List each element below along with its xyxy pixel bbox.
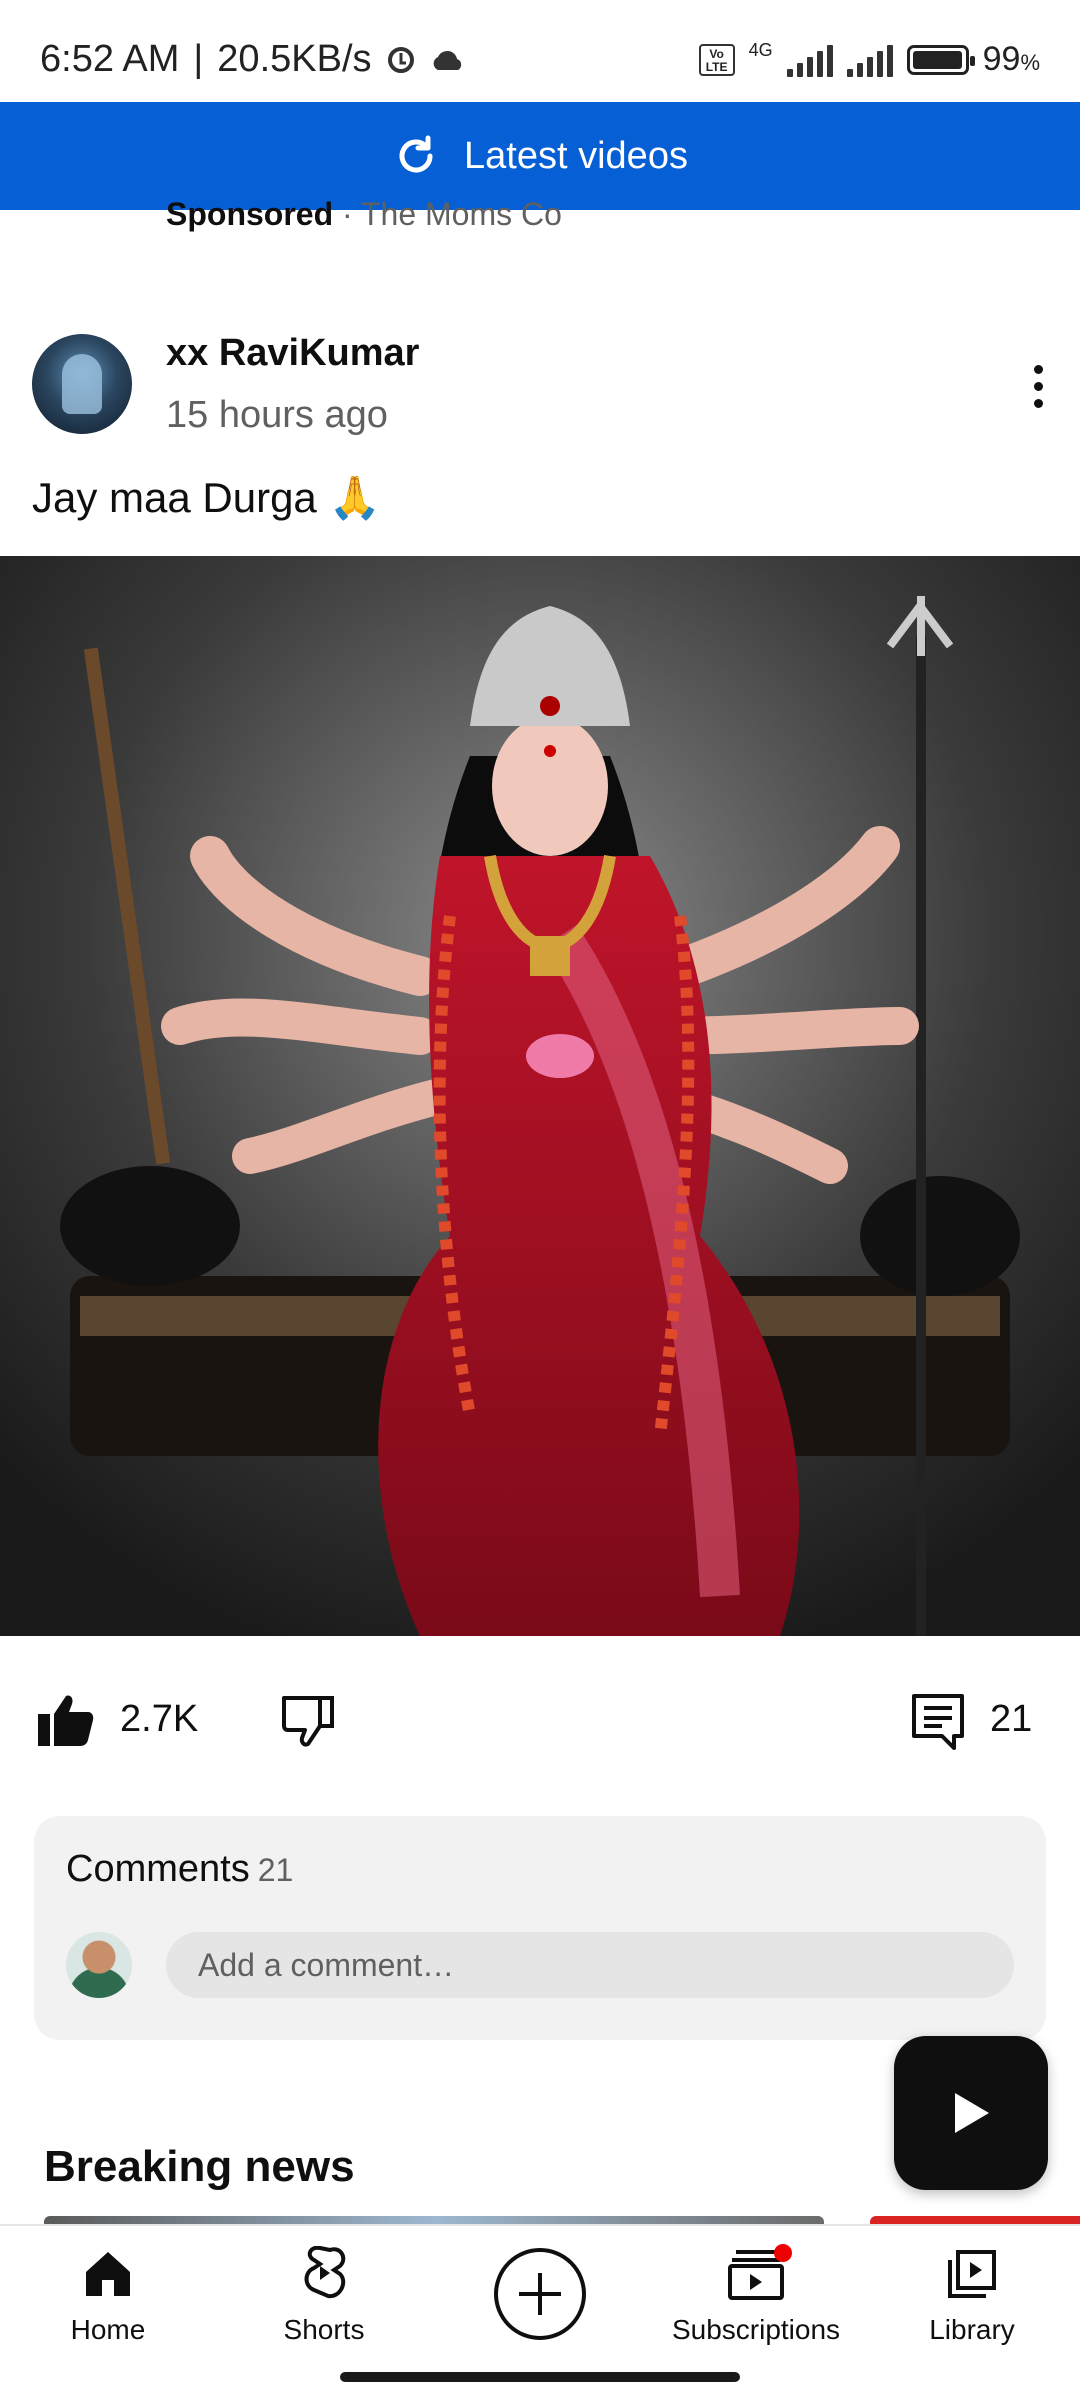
post-image[interactable] (0, 556, 1080, 1636)
status-right: Vo LTE 4G 99% (698, 40, 1040, 79)
sponsored-label: Sponsored (166, 196, 334, 232)
nav-subscriptions[interactable]: Subscriptions (656, 2242, 856, 2346)
post-text: Jay maa Durga 🙏 (32, 474, 381, 521)
nav-shorts[interactable]: Shorts (224, 2242, 424, 2346)
comment-icon[interactable] (910, 1692, 966, 1752)
avatar-figure (62, 354, 102, 414)
section-title: Breaking news (44, 2142, 355, 2191)
plus-circle-icon (519, 2273, 561, 2315)
data-saver-icon (387, 46, 414, 73)
status-divider: | (193, 38, 204, 80)
library-icon (948, 2250, 996, 2298)
sponsored-advertiser: The Moms Co (360, 196, 562, 232)
durga-illustration (0, 556, 1080, 1636)
author-name[interactable]: xx RaviKumar (166, 332, 419, 375)
signal-icon-1 (786, 43, 833, 77)
signal-icon-2 (846, 43, 893, 77)
shorts-icon (304, 2246, 346, 2299)
battery-readout: 99% (983, 40, 1040, 79)
current-user-avatar (66, 1932, 132, 1998)
create-button[interactable] (494, 2248, 586, 2340)
nav-library-label: Library (929, 2314, 1015, 2345)
home-indicator[interactable] (340, 2372, 740, 2382)
thumb-up-icon[interactable] (36, 1692, 96, 1748)
nav-subscriptions-label: Subscriptions (671, 2314, 841, 2345)
battery-icon (906, 44, 975, 75)
status-left: 6:52 AM | 20.5KB/s (40, 38, 466, 81)
comments-title: Comments 21 (66, 1848, 293, 1891)
more-vert-icon[interactable] (1016, 356, 1060, 416)
volte-icon: Vo LTE (698, 43, 735, 76)
home-icon (86, 2252, 130, 2296)
nav-home[interactable]: Home (8, 2242, 208, 2346)
sponsored-separator: · (342, 196, 353, 232)
refresh-icon (399, 135, 433, 173)
battery-unit: % (1020, 50, 1040, 75)
miniplayer-play-button[interactable] (894, 2036, 1048, 2190)
sponsored-line: Sponsored · The Moms Co (166, 196, 562, 233)
network-type: 4G (748, 40, 773, 60)
nav-library[interactable]: Library (872, 2242, 1072, 2346)
nav-shorts-label: Shorts (283, 2314, 365, 2345)
banner-label: Latest videos (464, 134, 688, 177)
like-count: 2.7K (120, 1698, 199, 1740)
nav-home-label: Home (70, 2314, 146, 2345)
clock: 6:52 AM (40, 38, 180, 80)
post-time: 15 hours ago (166, 394, 388, 436)
comments-section[interactable]: Comments 21 Add a comment… (34, 1816, 1046, 2040)
battery-fill (912, 50, 963, 69)
latest-videos-banner[interactable]: Latest videos (0, 102, 1080, 210)
battery-percent: 99 (982, 40, 1021, 78)
thumb-down-icon[interactable] (280, 1692, 336, 1748)
comment-count: 21 (990, 1698, 1033, 1740)
post-actions: 2.7K 21 (0, 1680, 1080, 1760)
network-speed: 20.5KB/s (217, 38, 372, 80)
comments-title-count: 21 (257, 1852, 294, 1888)
cloud-icon (433, 50, 461, 70)
add-comment-input[interactable]: Add a comment… (166, 1932, 1014, 1998)
status-bar: 6:52 AM | 20.5KB/s Vo LTE 4G 99% (0, 0, 1080, 102)
play-icon (955, 2093, 989, 2133)
notification-dot (774, 2244, 792, 2262)
author-avatar[interactable] (32, 334, 132, 434)
comments-title-label: Comments (66, 1848, 250, 1890)
